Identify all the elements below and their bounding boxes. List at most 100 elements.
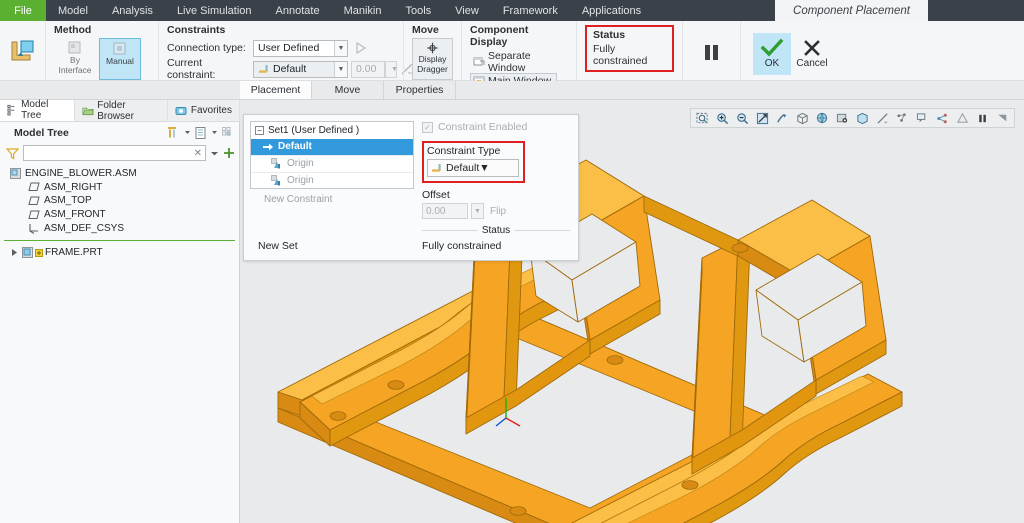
view-manager-icon[interactable]	[813, 110, 832, 127]
menu-item-view[interactable]: View	[443, 0, 491, 21]
perspective-icon[interactable]	[853, 110, 872, 127]
chevron-down-icon-search[interactable]	[210, 149, 219, 158]
ribbon-group-constraints: Constraints Connection type: User Define…	[158, 21, 413, 81]
ok-button[interactable]: OK	[753, 32, 791, 75]
chevron-down-icon-3: ▼	[391, 65, 398, 73]
menu-item-analysis[interactable]: Analysis	[100, 0, 165, 21]
status-separator-line-left	[422, 230, 478, 231]
main-menu-bar: File Model Analysis Live Simulation Anno…	[0, 0, 1024, 21]
pause-bar-left	[705, 44, 710, 60]
detach-icon[interactable]	[993, 110, 1012, 127]
constraint-enabled-label: Constraint Enabled	[438, 121, 528, 133]
menu-item-tools[interactable]: Tools	[393, 0, 443, 21]
model-tree-body: ENGINE_BLOWER.ASM ASM_RIGHT ASM_TOP ASM_…	[0, 163, 239, 260]
menu-item-file[interactable]: File	[0, 0, 46, 21]
tree-item-asm-right[interactable]: ASM_RIGHT	[0, 181, 239, 195]
tree-item-engine-blower-asm[interactable]: ENGINE_BLOWER.ASM	[0, 167, 239, 181]
constraint-default-label: Default	[278, 141, 312, 153]
collapse-icon[interactable]: −	[255, 125, 264, 135]
tree-label-asm-front: ASM_FRONT	[44, 209, 106, 221]
chevron-down-icon-tree-tools[interactable]	[184, 129, 191, 136]
datum-plane-icon	[28, 182, 40, 192]
tree-columns-icon[interactable]	[194, 126, 208, 140]
search-input[interactable]: ✕	[23, 145, 206, 161]
menu-item-manikin[interactable]: Manikin	[332, 0, 394, 21]
manual-label: Manual	[106, 56, 134, 66]
tab-move[interactable]: Move	[312, 81, 384, 99]
chevron-down-icon-2[interactable]: ▼	[334, 61, 347, 77]
user-defined-set-icon[interactable]	[354, 40, 370, 56]
tree-settings-icon[interactable]	[221, 126, 235, 140]
zoom-out-icon[interactable]	[733, 110, 752, 127]
menu-item-model[interactable]: Model	[46, 0, 100, 21]
pause-button[interactable]	[691, 44, 732, 60]
navigator-tab-strip: Model Tree Folder Browser Favorites	[0, 99, 240, 122]
appearance-icon[interactable]	[953, 110, 972, 127]
tab-placement[interactable]: Placement	[240, 81, 312, 99]
new-set-button[interactable]: New Set	[258, 240, 298, 252]
display-dragger-label-2: Dragger	[417, 63, 448, 74]
menu-item-applications[interactable]: Applications	[570, 0, 653, 21]
group-title-constraints: Constraints	[167, 24, 226, 36]
saved-orientations-icon[interactable]	[793, 110, 812, 127]
cancel-button[interactable]: Cancel	[791, 33, 833, 75]
constraint-default-row[interactable]: Default	[251, 138, 413, 155]
contextual-tab-component-placement[interactable]: Component Placement	[775, 0, 928, 21]
refit-icon[interactable]	[753, 110, 772, 127]
current-constraint-combo[interactable]: Default ▼	[253, 60, 348, 78]
placement-marker-icon	[35, 248, 43, 257]
chevron-down-icon-tree-columns[interactable]	[211, 129, 218, 136]
menu-item-framework[interactable]: Framework	[491, 0, 570, 21]
by-interface-icon	[68, 41, 81, 54]
scene-icon[interactable]	[833, 110, 852, 127]
pause-icon[interactable]	[973, 110, 992, 127]
connection-type-combo[interactable]: User Defined ▼	[253, 39, 348, 57]
annotation-display-icon[interactable]	[913, 110, 932, 127]
tree-filter-tools-icon[interactable]	[166, 125, 181, 140]
constraint-enabled-row[interactable]: ✓ Constraint Enabled	[422, 121, 570, 133]
constraint-enabled-checkbox[interactable]: ✓	[422, 121, 433, 133]
filter-icon[interactable]	[6, 147, 19, 160]
chevron-down-icon-constraint-type[interactable]: ▼	[479, 162, 489, 174]
close-icon	[804, 40, 820, 56]
chevron-down-icon[interactable]: ▼	[334, 40, 347, 56]
new-constraint-button[interactable]: New Constraint	[250, 189, 414, 205]
clear-search-icon[interactable]: ✕	[194, 148, 202, 159]
tab-favorites[interactable]: Favorites	[168, 100, 240, 121]
menu-spacer	[653, 0, 775, 21]
separate-window-row[interactable]: Separate Window	[470, 50, 568, 74]
datum-display-icon[interactable]	[873, 110, 892, 127]
menu-item-annotate[interactable]: Annotate	[264, 0, 332, 21]
tab-model-tree[interactable]: Model Tree	[0, 99, 76, 121]
tree-item-asm-def-csys[interactable]: ASM_DEF_CSYS	[0, 221, 239, 235]
by-interface-button[interactable]: By Interface	[54, 38, 96, 80]
layers-icon[interactable]	[893, 110, 912, 127]
tree-item-asm-top[interactable]: ASM_TOP	[0, 194, 239, 208]
repaint-icon[interactable]	[773, 110, 792, 127]
menu-item-live-simulation[interactable]: Live Simulation	[165, 0, 264, 21]
tab-folder-browser[interactable]: Folder Browser	[75, 100, 168, 122]
constraint-type-combo[interactable]: Default ▼	[427, 159, 519, 177]
spin-center-icon[interactable]	[933, 110, 952, 127]
add-icon[interactable]	[223, 147, 235, 159]
ribbon-offset-dropdown[interactable]: ▼	[385, 60, 398, 78]
constraint-set-row[interactable]: − Set1 (User Defined )	[251, 122, 413, 139]
offset-dropdown-arrow[interactable]: ▼	[471, 203, 484, 219]
manual-button[interactable]: Manual	[99, 38, 141, 80]
constraint-origin-row-1[interactable]: Origin	[251, 155, 413, 172]
tab-properties[interactable]: Properties	[384, 81, 456, 99]
constraint-origin-row-2[interactable]: Origin	[251, 171, 413, 189]
tree-item-asm-front[interactable]: ASM_FRONT	[0, 208, 239, 222]
placement-status-value: Fully constrained	[422, 240, 502, 252]
offset-input[interactable]: 0.00	[422, 203, 468, 219]
flip-button[interactable]: Flip	[487, 206, 506, 217]
model-tree-search-row: ✕	[0, 143, 239, 163]
zoom-region-icon[interactable]	[693, 110, 712, 127]
tree-item-frame-prt[interactable]: FRAME.PRT	[0, 246, 239, 260]
ribbon-offset-input[interactable]: 0.00	[351, 60, 385, 78]
expand-arrow-icon[interactable]	[10, 248, 19, 257]
zoom-in-icon[interactable]	[713, 110, 732, 127]
tree-label-engine-blower-asm: ENGINE_BLOWER.ASM	[25, 168, 137, 180]
display-dragger-button[interactable]: Display Dragger	[412, 38, 453, 80]
datum-plane-icon-2	[28, 196, 40, 205]
